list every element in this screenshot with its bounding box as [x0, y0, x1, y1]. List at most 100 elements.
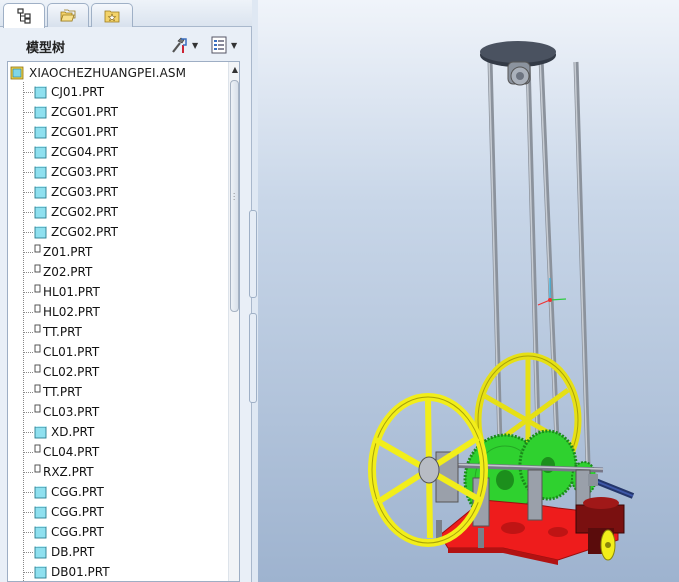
tree-item-label: ZCG04.PRT: [51, 145, 119, 159]
tree-item[interactable]: CL04.PRT: [23, 442, 99, 462]
tree-connector: [23, 491, 33, 493]
panel-tab-bar: [0, 0, 252, 28]
tree-item-label: XD.PRT: [51, 425, 95, 439]
part-icon: [34, 425, 47, 438]
component-flag-icon: [34, 464, 41, 473]
tree-connector: [23, 431, 33, 433]
tree-item[interactable]: ZCG01.PRT: [23, 102, 118, 122]
grip-icon: · · ·: [233, 190, 236, 204]
tree-settings-button[interactable]: ▼: [170, 34, 198, 56]
tree-item[interactable]: DB.PRT: [23, 542, 94, 562]
tree-item[interactable]: HL01.PRT: [23, 282, 100, 302]
tree-item[interactable]: CL01.PRT: [23, 342, 99, 362]
tree-connector: [23, 211, 33, 213]
part-icon: [34, 105, 47, 118]
splitter-handle[interactable]: [249, 210, 257, 298]
tree-columns-button[interactable]: ▼: [209, 34, 237, 56]
tree-connector: [23, 411, 33, 413]
part-icon: [34, 225, 47, 238]
splitter-handle-lower[interactable]: [249, 313, 257, 403]
tree-item[interactable]: XD.PRT: [23, 422, 94, 442]
tree-item-label: CL03.PRT: [43, 405, 100, 419]
tree-item[interactable]: CGG.PRT: [23, 502, 104, 522]
tree-item[interactable]: ZCG03.PRT: [23, 162, 118, 182]
vertical-rods: [487, 57, 591, 486]
tree-item[interactable]: Z01.PRT: [23, 242, 92, 262]
tree-item[interactable]: CL02.PRT: [23, 362, 99, 382]
tree-connector: [23, 171, 33, 173]
tree-item[interactable]: CGG.PRT: [23, 522, 104, 542]
component-flag-icon: [34, 264, 41, 273]
tab-model-tree[interactable]: [3, 3, 45, 28]
tree-item[interactable]: RXZ.PRT: [23, 462, 94, 482]
part-icon: [34, 485, 47, 498]
tree-scrollbar[interactable]: ▲ · · ·: [228, 62, 239, 581]
tree-item-label: DB01.PRT: [51, 565, 110, 579]
tree-connector: [23, 531, 33, 533]
tree-connector: [23, 131, 33, 133]
tree-columns-icon: [211, 36, 227, 54]
tree-connector: [23, 311, 33, 313]
tree-item[interactable]: ZCG03.PRT: [23, 182, 118, 202]
tree-connector: [23, 471, 33, 473]
scroll-thumb[interactable]: · · ·: [230, 80, 239, 312]
component-flag-icon: [34, 244, 41, 253]
tree-item-label: ZCG02.PRT: [51, 225, 119, 239]
tree-connector: [23, 111, 33, 113]
tree-connector: [23, 571, 33, 573]
tree-item[interactable]: HL02.PRT: [23, 302, 100, 322]
model-tree-panel: 模型树 ▼ ▼ XIAOCHEZHUANGPEI.ASM CJ01.PRT ZC…: [0, 0, 257, 582]
tree-item[interactable]: CJ01.PRT: [23, 82, 104, 102]
chevron-down-icon: ▼: [231, 40, 238, 50]
part-icon: [34, 85, 47, 98]
tree-connector: [23, 351, 33, 353]
scroll-up-icon[interactable]: ▲: [230, 65, 239, 75]
tree-connector: [23, 391, 33, 393]
component-flag-icon: [34, 284, 41, 293]
tree-item-label: CL01.PRT: [43, 345, 100, 359]
tree-item-label: CL02.PRT: [43, 365, 100, 379]
tree-item-label: Z02.PRT: [43, 265, 93, 279]
tree-item[interactable]: ZCG04.PRT: [23, 142, 118, 162]
tree-root-item[interactable]: XIAOCHEZHUANGPEI.ASM: [10, 64, 186, 82]
tree-item[interactable]: DB01.PRT: [23, 562, 110, 581]
tree-connector: [23, 451, 33, 453]
tree-connector: [23, 291, 33, 293]
tree-item[interactable]: ZCG02.PRT: [23, 222, 118, 242]
tree-item[interactable]: ZCG02.PRT: [23, 202, 118, 222]
tree-item-label: CL04.PRT: [43, 445, 100, 459]
tree-item[interactable]: TT.PRT: [23, 382, 82, 402]
tree-item-label: ZCG01.PRT: [51, 105, 119, 119]
part-icon: [34, 545, 47, 558]
crank-handle: [588, 474, 635, 499]
tree-connector: [23, 511, 33, 513]
panel-title: 模型树: [26, 41, 66, 56]
tree-item[interactable]: CL03.PRT: [23, 402, 99, 422]
tree-item[interactable]: ZCG01.PRT: [23, 122, 118, 142]
panel-splitter[interactable]: [248, 195, 258, 403]
part-icon: [34, 525, 47, 538]
model-tree: XIAOCHEZHUANGPEI.ASM CJ01.PRT ZCG01.PRT ZC…: [7, 61, 240, 582]
tree-item[interactable]: TT.PRT: [23, 322, 82, 342]
tree-item[interactable]: CGG.PRT: [23, 482, 104, 502]
tree-root-label: XIAOCHEZHUANGPEI.ASM: [29, 66, 187, 80]
tree-item-label: Z01.PRT: [43, 245, 93, 259]
tree-item-label: ZCG01.PRT: [51, 125, 119, 139]
tree-item-label: HL02.PRT: [43, 305, 100, 319]
chevron-down-icon: ▼: [192, 40, 199, 50]
component-flag-icon: [34, 364, 41, 373]
graphics-viewport[interactable]: [258, 0, 679, 582]
tree-item-label: CGG.PRT: [51, 485, 104, 499]
favorites-icon: [104, 10, 120, 22]
tree-item-label: ZCG03.PRT: [51, 185, 119, 199]
tab-folder-browser[interactable]: [47, 3, 89, 27]
component-flag-icon: [34, 384, 41, 393]
component-flag-icon: [34, 404, 41, 413]
tree-connector: [23, 231, 33, 233]
tab-favorites[interactable]: [91, 3, 133, 27]
tree-item[interactable]: Z02.PRT: [23, 262, 92, 282]
tree-item-label: HL01.PRT: [43, 285, 100, 299]
tree-connector: [23, 331, 33, 333]
tree-connector: [23, 371, 33, 373]
tree-item-label: TT.PRT: [43, 385, 82, 399]
